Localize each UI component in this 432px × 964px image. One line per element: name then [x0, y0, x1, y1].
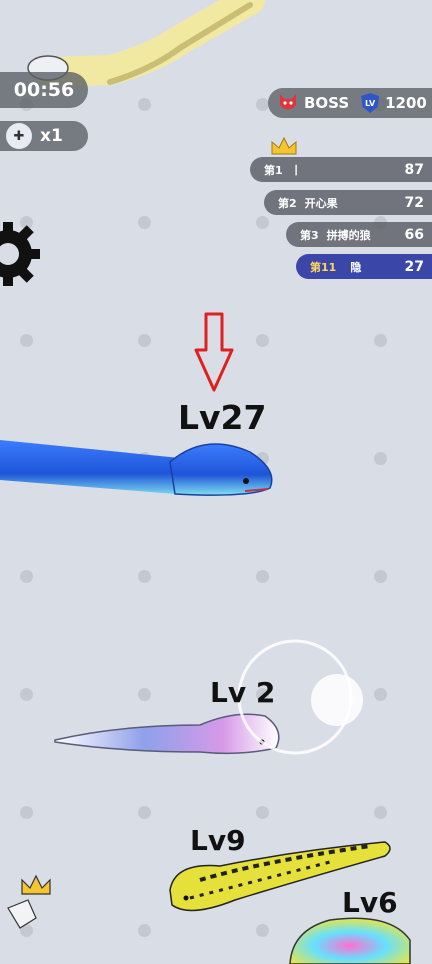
leaderboard-row: 第2 开心果 72 [264, 190, 432, 215]
level-shield-icon: LV [361, 93, 380, 113]
rank: 第3 [300, 228, 319, 242]
player-score: 66 [404, 226, 424, 243]
target-arrow [194, 312, 234, 392]
leaderboard-row: 第1 丨 87 [250, 157, 432, 182]
leaderboard-crown-icon [271, 136, 297, 155]
match-timer: 00:56 [0, 72, 88, 108]
rank: 第11 [310, 260, 337, 274]
player-score: 87 [404, 161, 424, 178]
level-score: 1200 [385, 94, 427, 112]
boss-label: BOSS [304, 94, 350, 112]
timer-text: 00:56 [13, 79, 75, 101]
ghost-multiplier: ✚ x1 [0, 121, 88, 151]
joystick-control[interactable] [239, 641, 351, 753]
player-score: 72 [404, 194, 424, 211]
rainbow-snake [289, 917, 411, 964]
player-score: 27 [404, 258, 424, 275]
player-name: 隐 [350, 260, 362, 274]
crystal-item [7, 899, 37, 929]
leaderboard-row-self: 第11 隐 27 [296, 254, 432, 279]
snake-level-label: Lv27 [178, 398, 267, 437]
crown-icon [21, 874, 51, 895]
boss-status: BOSS LV 1200 [268, 88, 432, 118]
yellow-snake [35, 0, 265, 87]
ghost-icon: ✚ [6, 123, 32, 149]
demon-icon [280, 94, 296, 110]
settings-button[interactable] [0, 226, 36, 284]
multiplier-text: x1 [40, 126, 63, 146]
leaderboard-row: 第3 拼搏的狼 66 [286, 222, 432, 247]
snake-level-label: Lv9 [190, 824, 246, 857]
player-name: 开心果 [304, 196, 338, 210]
player-name: 丨 [290, 163, 302, 177]
player-name: 拼搏的狼 [326, 228, 371, 242]
blue-snake [0, 440, 273, 496]
rank: 第2 [278, 196, 297, 210]
snake-level-label: Lv6 [342, 886, 398, 919]
rank: 第1 [264, 163, 283, 177]
